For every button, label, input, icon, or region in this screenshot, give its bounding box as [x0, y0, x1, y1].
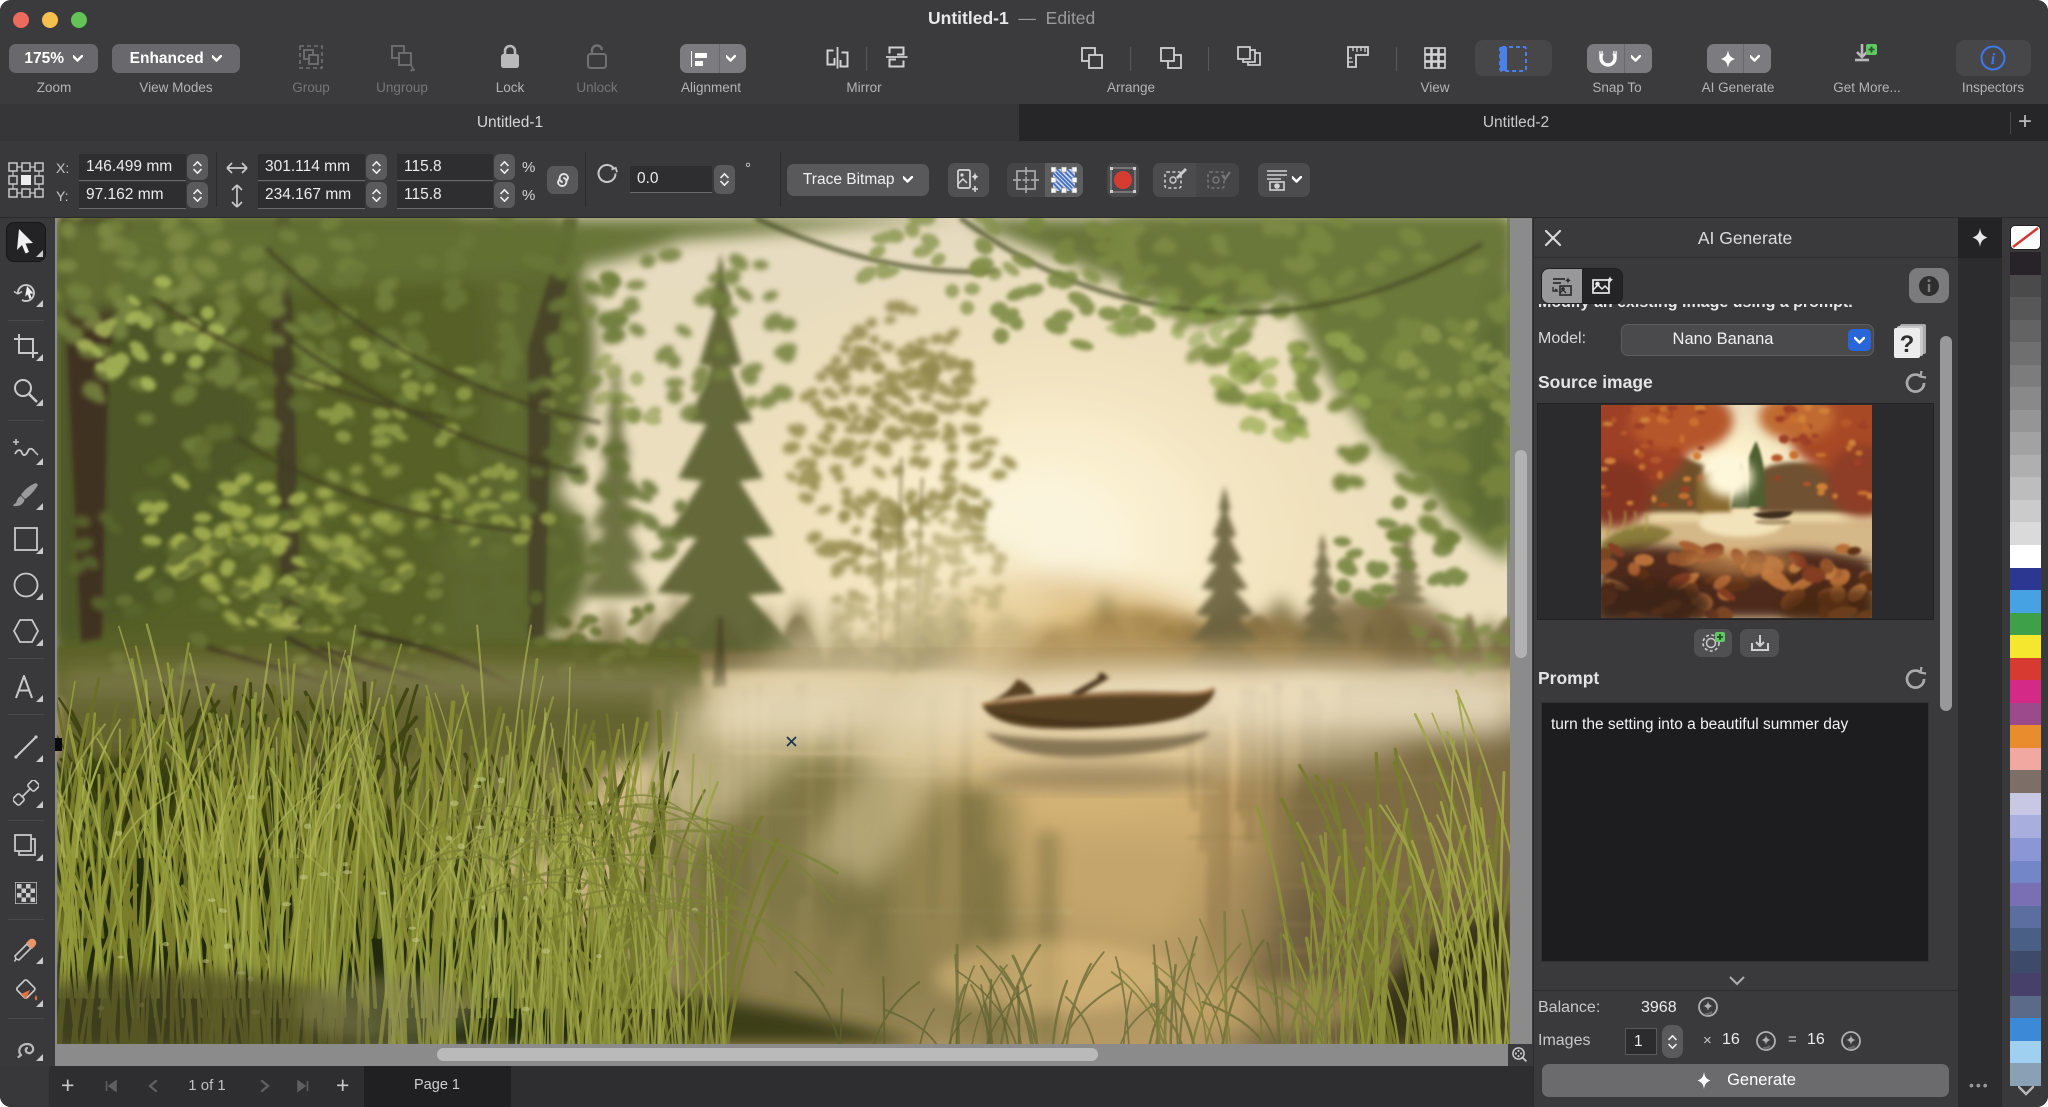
svg-text:i: i — [1991, 51, 1996, 68]
svg-text:?: ? — [1900, 331, 1915, 358]
